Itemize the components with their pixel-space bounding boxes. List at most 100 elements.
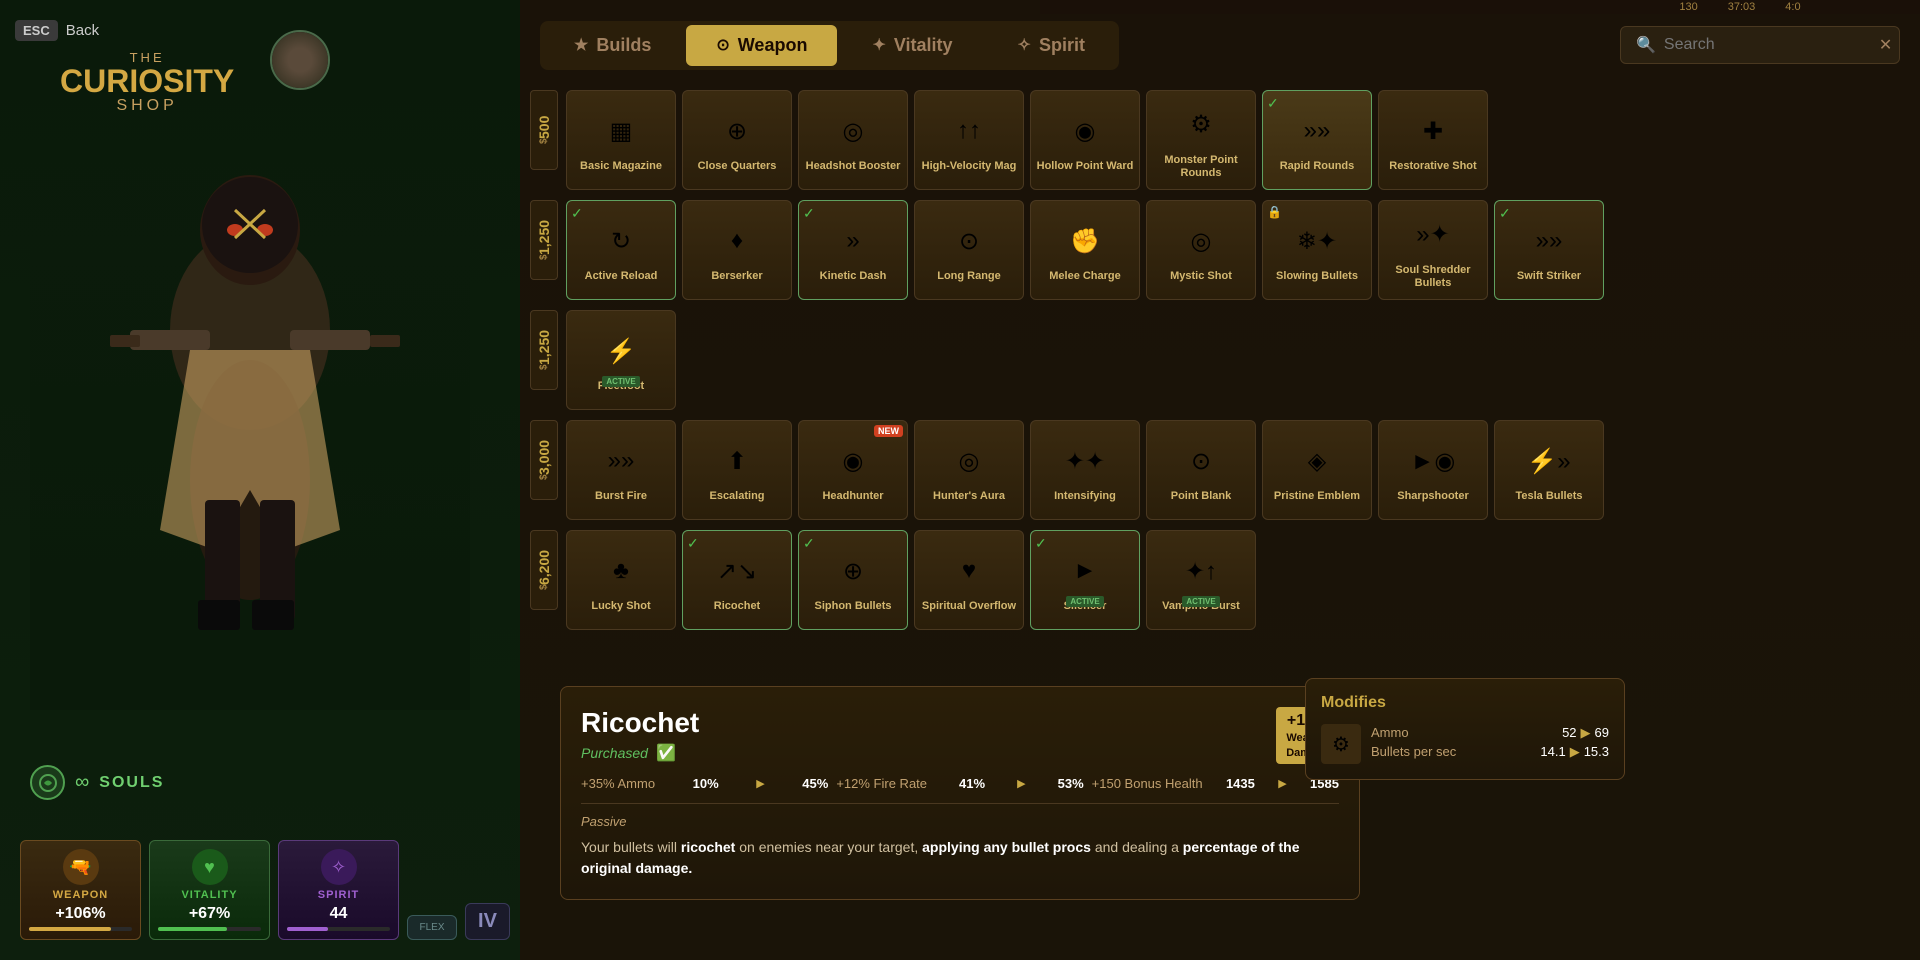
search-box[interactable]: 🔍 ✕	[1620, 26, 1900, 64]
item-card-vampiric-burst[interactable]: ACTIVE✦↑Vampiric Burst	[1146, 530, 1256, 630]
item-card-intensifying[interactable]: ✦✦Intensifying	[1030, 420, 1140, 520]
item-card-rapid-rounds[interactable]: ✓»»Rapid Rounds	[1262, 90, 1372, 190]
price-section-1: $1,250✓↻Active Reload♦Berserker✓»Kinetic…	[530, 200, 1910, 300]
items-row-2: ACTIVE⚡Fleetfoot	[566, 310, 1910, 410]
item-card-berserker[interactable]: ♦Berserker	[682, 200, 792, 300]
iv-value: IV	[476, 910, 499, 933]
item-card-active-reload[interactable]: ✓↻Active Reload	[566, 200, 676, 300]
stat-ammo-label: +35% Ammo	[581, 776, 655, 791]
item-name-basic-magazine: Basic Magazine	[580, 160, 662, 173]
item-card-high-velocity-mag[interactable]: ↑↑High-Velocity Mag	[914, 90, 1024, 190]
item-icon-tesla-bullets: ⚡»	[1524, 436, 1574, 486]
item-card-sharpshooter[interactable]: ►◉Sharpshooter	[1378, 420, 1488, 520]
item-card-basic-magazine[interactable]: ▦ Basic Magazine	[566, 90, 676, 190]
item-card-hunters-aura[interactable]: ◎Hunter's Aura	[914, 420, 1024, 520]
search-clear-icon[interactable]: ✕	[1879, 35, 1892, 55]
item-card-fleetfoot[interactable]: ACTIVE⚡Fleetfoot	[566, 310, 676, 410]
vitality-stat-icon: ♥	[192, 849, 228, 885]
popup-stats-grid: +35% Ammo 10% ▶ 45% +12% Fire Rate 41% ▶…	[581, 776, 1339, 791]
item-name-lucky-shot: Lucky Shot	[591, 600, 650, 613]
item-name-soul-shredder-bullets: Soul Shredder Bullets	[1383, 264, 1483, 290]
tab-weapon-label: Weapon	[738, 35, 808, 56]
item-card-swift-striker[interactable]: ✓»»Swift Striker	[1494, 200, 1604, 300]
souls-infinity-icon: ∞	[75, 771, 89, 794]
item-icon-escalating: ⬆	[712, 436, 762, 486]
weapon-stat-bar	[29, 927, 132, 931]
item-check-icon: ✓	[803, 205, 815, 222]
esc-back-nav[interactable]: ESC Back	[15, 20, 99, 41]
item-name-kinetic-dash: Kinetic Dash	[820, 270, 887, 283]
tab-builds[interactable]: ★ Builds	[544, 25, 681, 66]
spirit-icon: ✧	[1018, 35, 1031, 55]
item-card-ricochet[interactable]: ✓↗↘Ricochet	[682, 530, 792, 630]
stat-ammo-from: 10%	[693, 776, 719, 791]
item-card-mystic-shot[interactable]: ◎Mystic Shot	[1146, 200, 1256, 300]
price-section-2: $1,250 ACTIVE⚡Fleetfoot	[530, 310, 1910, 410]
item-icon-spiritual-overflow: ♥	[944, 546, 994, 596]
vitality-icon: ✦	[872, 35, 885, 55]
item-name-close-quarters: Close Quarters	[698, 160, 777, 173]
price-label-3: $3,000	[530, 420, 558, 500]
items-row-0: ▦ Basic Magazine ⊕Close Quarters◎Headshot …	[566, 90, 1910, 190]
item-icon-hollow-point-ward: ◉	[1060, 106, 1110, 156]
item-card-tesla-bullets[interactable]: ⚡»Tesla Bullets	[1494, 420, 1604, 520]
item-card-lucky-shot[interactable]: ♣Lucky Shot	[566, 530, 676, 630]
item-card-point-blank[interactable]: ⊙Point Blank	[1146, 420, 1256, 520]
builds-icon: ★	[574, 35, 588, 55]
item-card-restorative-shot[interactable]: ✚ Restorative Shot	[1378, 90, 1488, 190]
souls-icon	[30, 765, 65, 800]
shop-logo-shop: SHOP	[60, 97, 234, 115]
tab-builds-label: Builds	[596, 35, 651, 56]
weapon-stat-label: WEAPON	[53, 889, 109, 901]
price-section-0: $500▦Basic Magazine⊕Close Quarters◎Heads…	[530, 90, 1910, 190]
item-card-hollow-point-ward[interactable]: ◉Hollow Point Ward	[1030, 90, 1140, 190]
item-icon-basic-magazine: ▦	[596, 106, 646, 156]
item-card-burst-fire[interactable]: »»Burst Fire	[566, 420, 676, 520]
item-card-monster-point-rounds[interactable]: ⚙Monster Point Rounds	[1146, 90, 1256, 190]
item-card-slowing-bullets[interactable]: 🔒❄✦Slowing Bullets	[1262, 200, 1372, 300]
items-row-4: ♣Lucky Shot✓↗↘Ricochet✓⊕Siphon Bullets♥S…	[566, 530, 1910, 630]
item-icon-long-range: ⊙	[944, 216, 994, 266]
item-card-siphon-bullets[interactable]: ✓⊕Siphon Bullets	[798, 530, 908, 630]
modifies-ammo-label: Ammo	[1371, 725, 1409, 741]
item-check-icon: ✓	[1267, 95, 1279, 112]
item-card-long-range[interactable]: ⊙ Long Range	[914, 200, 1024, 300]
item-name-long-range: Long Range	[937, 270, 1001, 283]
item-icon-siphon-bullets: ⊕	[828, 546, 878, 596]
spirit-stat-bar	[287, 927, 390, 931]
price-label-2: $1,250	[530, 310, 558, 390]
tab-spirit[interactable]: ✧ Spirit	[988, 25, 1115, 66]
item-card-close-quarters[interactable]: ⊕Close Quarters	[682, 90, 792, 190]
weapon-icon: ⊙	[716, 35, 729, 55]
item-icon-sharpshooter: ►◉	[1408, 436, 1458, 486]
stat-ammo-to: 45%	[802, 776, 828, 791]
item-card-kinetic-dash[interactable]: ✓»Kinetic Dash	[798, 200, 908, 300]
weapon-stat-value: +106%	[55, 905, 105, 923]
stat-health-from: 1435	[1226, 776, 1255, 791]
modifies-popup: Modifies ⚙ Ammo 52▶69 Bullets per sec 14…	[1305, 678, 1625, 780]
item-card-escalating[interactable]: ⬆ Escalating	[682, 420, 792, 520]
item-name-restorative-shot: Restorative Shot	[1389, 160, 1476, 173]
left-panel: ESC Back THE CURIOSITY SHOP	[0, 0, 520, 960]
item-card-silencer[interactable]: ✓ACTIVE►Silencer	[1030, 530, 1140, 630]
weapon-bar-fill	[29, 927, 111, 931]
item-card-melee-charge[interactable]: ✊Melee Charge	[1030, 200, 1140, 300]
item-card-soul-shredder-bullets[interactable]: »✦Soul Shredder Bullets	[1378, 200, 1488, 300]
item-card-pristine-emblem[interactable]: ◈Pristine Emblem	[1262, 420, 1372, 520]
search-input[interactable]	[1664, 36, 1871, 54]
esc-key[interactable]: ESC	[15, 20, 58, 41]
tab-vitality[interactable]: ✦ Vitality	[842, 25, 982, 66]
active-badge: ACTIVE	[1066, 596, 1103, 607]
popup-description: Your bullets will ricochet on enemies ne…	[581, 837, 1339, 879]
spirit-stat-value: 44	[330, 905, 348, 923]
item-card-headhunter[interactable]: NEW◉Headhunter	[798, 420, 908, 520]
item-name-point-blank: Point Blank	[1171, 490, 1232, 503]
tab-weapon[interactable]: ⊙ Weapon	[686, 25, 837, 66]
item-icon-restorative-shot: ✚	[1408, 106, 1458, 156]
character-avatar	[270, 30, 330, 90]
item-card-headshot-booster[interactable]: ◎Headshot Booster	[798, 90, 908, 190]
item-name-escalating: Escalating	[709, 490, 764, 503]
item-card-spiritual-overflow[interactable]: ♥Spiritual Overflow	[914, 530, 1024, 630]
back-label[interactable]: Back	[66, 22, 99, 39]
stat-row-firerate: +12% Fire Rate 41% ▶ 53%	[836, 776, 1083, 791]
